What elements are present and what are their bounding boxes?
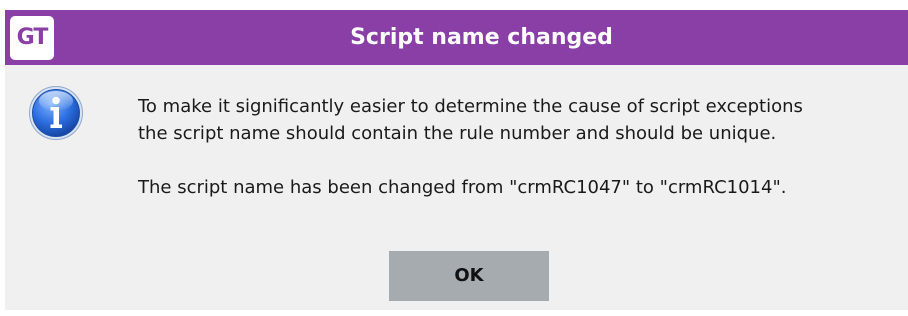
dialog-body: To make it significantly easier to deter… [5, 65, 908, 310]
message-text: To make it significantly easier to deter… [138, 93, 908, 201]
message-line-2: the script name should contain the rule … [138, 123, 777, 144]
script-name-changed-dialog: GT Script name changed To make it signif… [0, 0, 908, 316]
ok-button[interactable]: OK [389, 251, 549, 301]
title-bar: GT Script name changed [5, 10, 908, 65]
app-logo: GT [10, 16, 54, 60]
info-icon [29, 86, 83, 140]
dialog-title: Script name changed [350, 25, 613, 50]
message-line-3: The script name has been changed from "c… [138, 177, 787, 198]
message-line-1: To make it significantly easier to deter… [138, 96, 803, 117]
